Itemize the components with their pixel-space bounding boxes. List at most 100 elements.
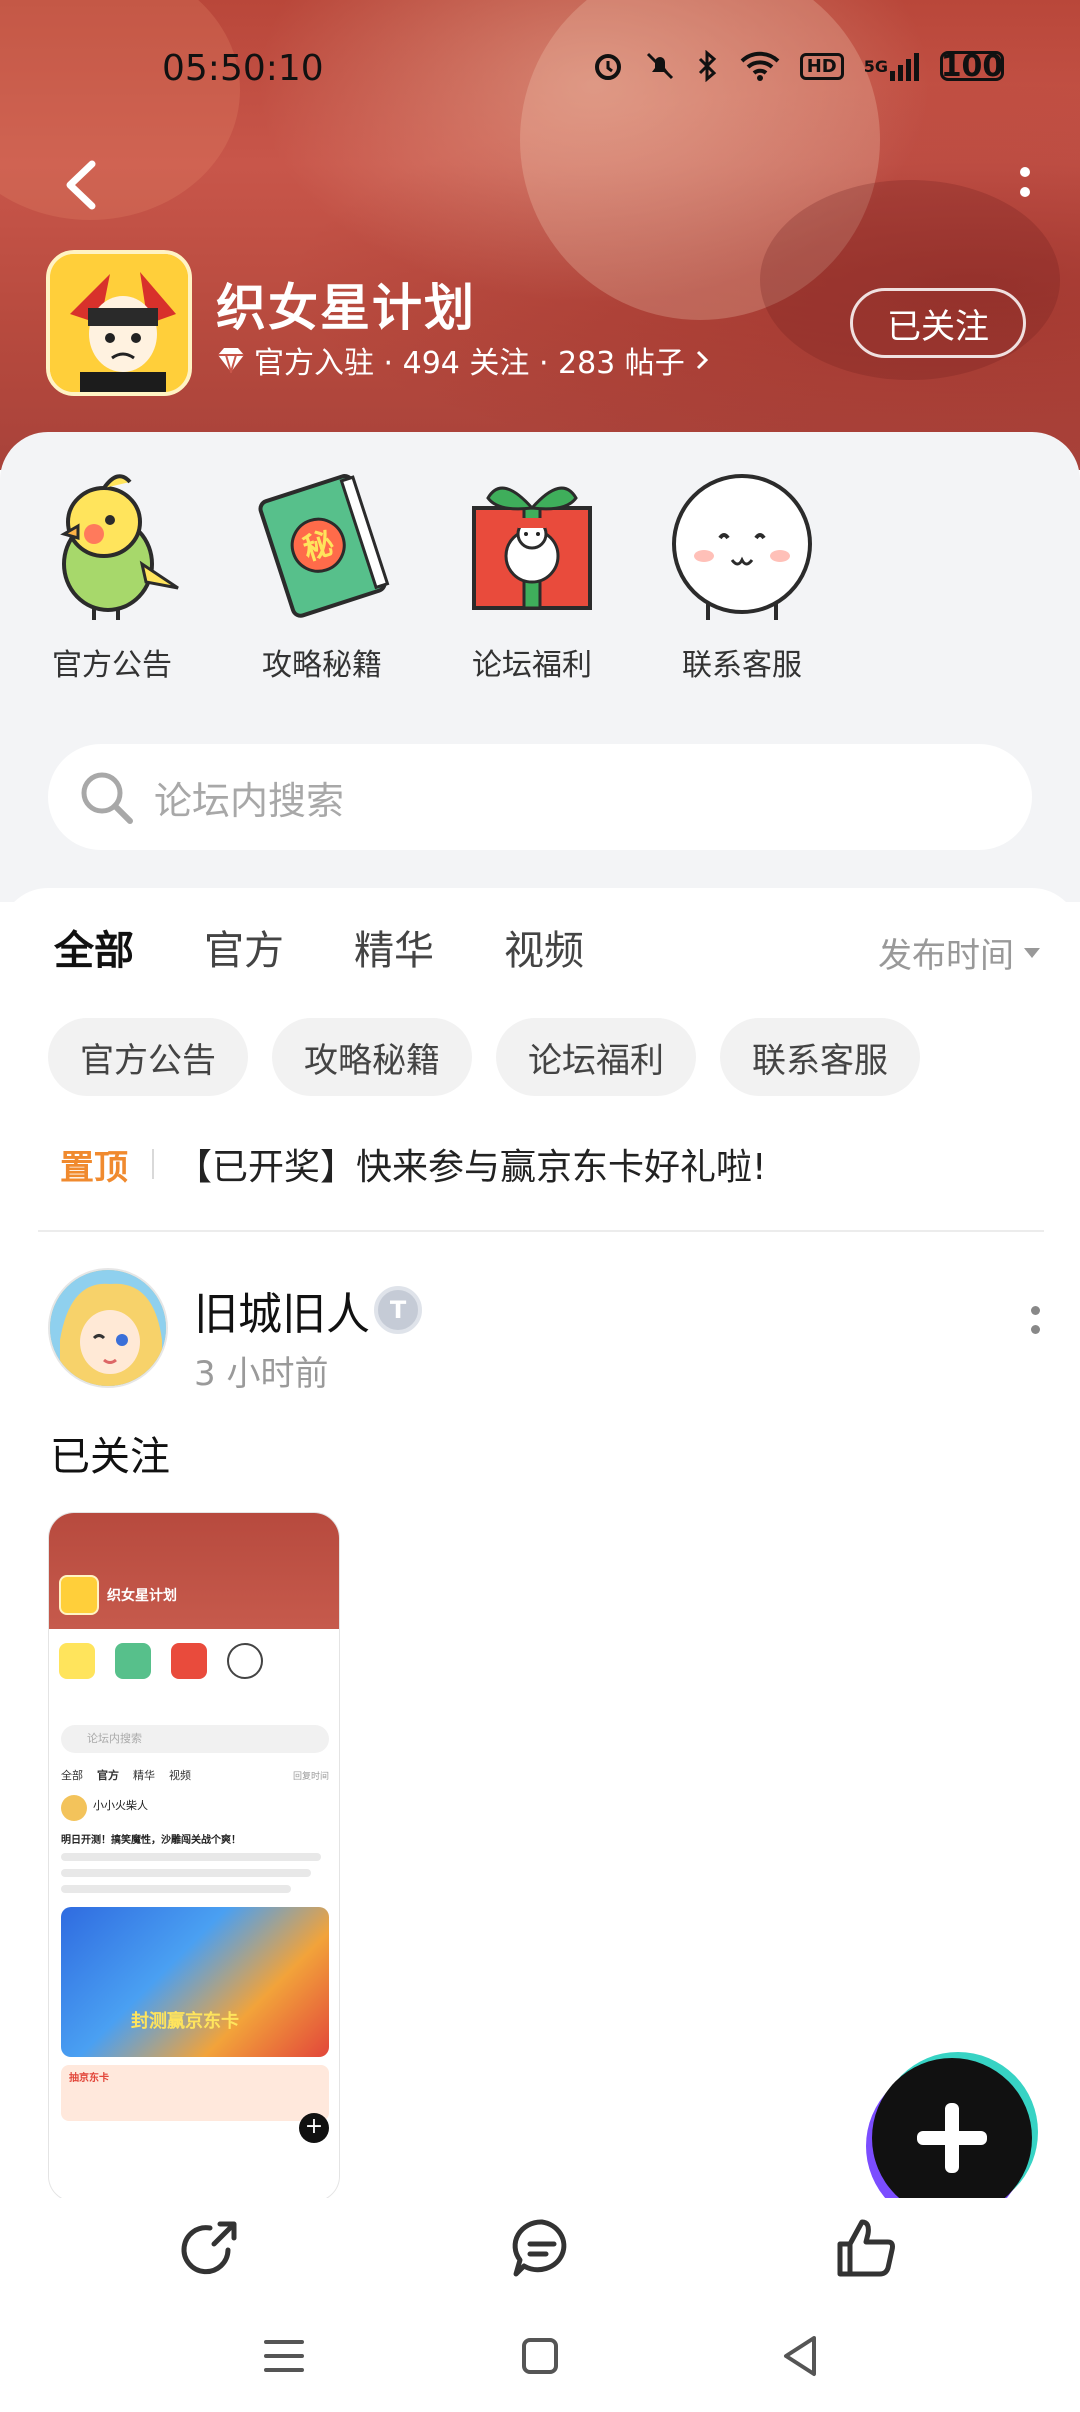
username[interactable]: 旧城旧人 xyxy=(194,1278,370,1342)
forum-avatar[interactable] xyxy=(46,250,192,396)
back-triangle-icon xyxy=(784,2336,816,2376)
post-action-bar xyxy=(0,2198,1080,2298)
menu-icon xyxy=(264,2340,304,2372)
thumbnail-line xyxy=(61,1869,311,1877)
like-button[interactable] xyxy=(834,2216,898,2280)
create-post-button[interactable] xyxy=(872,2058,1032,2218)
feed-area: 全部 官方 精华 视频 发布时间 官方公告 攻略秘籍 论坛福利 联系客服 置顶 … xyxy=(0,888,1080,2202)
plus-icon xyxy=(917,2103,987,2173)
pinned-divider xyxy=(152,1149,154,1179)
shortcut-row: 官方公告 秘 攻略秘籍 论坛福利 联系客服 xyxy=(38,464,816,684)
status-time: 05:50:10 xyxy=(162,48,324,89)
home-button[interactable] xyxy=(510,2326,570,2386)
more-options-button[interactable] xyxy=(1010,152,1040,212)
shortcut-welfare[interactable]: 论坛福利 xyxy=(458,464,606,684)
thumbnail-tabs: 全部 官方 精华 视频 xyxy=(61,1767,191,1783)
thumbs-up-icon xyxy=(837,2219,895,2277)
thumbnail-shortcuts xyxy=(59,1643,263,1679)
gift-icon xyxy=(458,464,606,624)
tab-official[interactable]: 官方 xyxy=(204,918,284,982)
follow-button[interactable]: 已关注 xyxy=(850,288,1026,358)
post-time: 3 小时前 xyxy=(194,1354,329,1394)
more-vertical-icon xyxy=(1020,167,1030,177)
caret-down-icon xyxy=(1024,947,1040,958)
thumbnail-headline: 明日开测！搞笑魔性，沙雕闯关战个爽！ xyxy=(61,1835,241,1846)
thumbnail-banner: 封测赢京东卡 xyxy=(61,1907,329,2057)
thumbnail-event-label: 抽京东卡 xyxy=(69,2073,109,2084)
home-square-icon xyxy=(522,2338,558,2374)
feed-tabs: 全部 官方 精华 视频 xyxy=(54,918,584,986)
thumbnail-tab: 精华 xyxy=(133,1769,155,1782)
battery-icon: 100 xyxy=(940,48,1004,84)
shortcut-label: 官方公告 xyxy=(52,648,172,683)
thumbnail-fab: + xyxy=(299,2113,329,2143)
parrot-icon xyxy=(38,464,186,624)
comment-button[interactable] xyxy=(510,2216,574,2280)
shortcut-label: 论坛福利 xyxy=(472,648,592,683)
thumbnail-poster: 小小火柴人 xyxy=(93,1799,148,1812)
chevron-left-icon xyxy=(66,160,96,210)
mute-icon xyxy=(644,50,676,82)
avatar[interactable] xyxy=(48,1268,168,1388)
shortcut-panel: 官方公告 秘 攻略秘籍 论坛福利 联系客服 论坛内搜索 xyxy=(0,432,1080,902)
shortcut-support[interactable]: 联系客服 xyxy=(668,464,816,684)
thumbnail-sort: 回复时间 xyxy=(292,1772,329,1782)
system-back-button[interactable] xyxy=(770,2326,830,2386)
thumbnail-title: 织女星计划 xyxy=(107,1588,177,1604)
avatar-art xyxy=(50,1270,166,1386)
shortcut-label: 攻略秘籍 xyxy=(262,648,382,683)
status-icons: HD 5G 100 xyxy=(592,48,1004,84)
chip-announcements[interactable]: 官方公告 xyxy=(48,1018,248,1096)
chip-support[interactable]: 联系客服 xyxy=(720,1018,920,1096)
sort-dropdown[interactable]: 发布时间 xyxy=(878,928,1040,977)
forum-info: 织女星计划 官方入驻 · 494 关注 · 283 帖子 已关注 xyxy=(46,250,1046,400)
network-type: 5G xyxy=(863,56,888,76)
pinned-title: 【已开奖】快来参与赢京东卡好礼啦! xyxy=(176,1147,767,1188)
bun-face-icon xyxy=(668,464,816,624)
back-button[interactable] xyxy=(56,150,106,220)
section-divider xyxy=(38,1230,1044,1232)
hd-icon: HD xyxy=(799,52,844,80)
search-placeholder: 论坛内搜索 xyxy=(154,778,345,823)
share-button[interactable] xyxy=(178,2216,242,2280)
forum-meta[interactable]: 官方入驻 · 494 关注 · 283 帖子 xyxy=(216,338,711,382)
signal-icon: 5G xyxy=(864,51,920,81)
chip-welfare[interactable]: 论坛福利 xyxy=(496,1018,696,1096)
recent-apps-button[interactable] xyxy=(254,2326,314,2386)
search-input[interactable]: 论坛内搜索 xyxy=(48,744,1032,850)
shortcut-guides[interactable]: 秘 攻略秘籍 xyxy=(248,464,396,684)
post-text: 已关注 xyxy=(50,1434,170,1480)
diamond-icon xyxy=(218,348,244,373)
post-image-thumbnail[interactable]: 织女星计划 论坛内搜索 全部 官方 精华 视频 回复时间 小小火柴人 明日开测！… xyxy=(48,1512,340,2202)
pinned-tag: 置顶 xyxy=(60,1147,128,1188)
thumbnail-event: 抽京东卡 xyxy=(61,2065,329,2121)
shortcut-label: 联系客服 xyxy=(682,648,802,683)
forum-meta-text: 官方入驻 · 494 关注 · 283 帖子 xyxy=(254,346,685,381)
chip-guides[interactable]: 攻略秘籍 xyxy=(272,1018,472,1096)
sort-label: 发布时间 xyxy=(878,936,1014,976)
thumbnail-tab: 官方 xyxy=(97,1769,119,1782)
tab-featured[interactable]: 精华 xyxy=(354,918,434,982)
thumbnail-search: 论坛内搜索 xyxy=(61,1725,329,1753)
wifi-icon xyxy=(740,50,780,82)
banner-illustration-shape-2 xyxy=(0,0,240,220)
post-more-button[interactable] xyxy=(1031,1306,1040,1334)
comment-icon xyxy=(512,2219,567,2277)
thumbnail-line xyxy=(61,1853,321,1861)
thumbnail-tab: 视频 xyxy=(169,1769,191,1782)
tab-video[interactable]: 视频 xyxy=(504,918,584,982)
pinned-post[interactable]: 置顶 【已开奖】快来参与赢京东卡好礼啦! xyxy=(60,1138,1040,1190)
share-icon xyxy=(181,2221,237,2275)
thumbnail-poster-avatar xyxy=(61,1795,87,1821)
tab-all[interactable]: 全部 xyxy=(54,918,134,986)
thumbnail-line xyxy=(61,1885,291,1893)
category-chips: 官方公告 攻略秘籍 论坛福利 联系客服 xyxy=(48,1018,920,1096)
thumbnail-avatar xyxy=(59,1575,99,1615)
forum-header-banner: 05:50:10 HD 5G 100 织女星计划 官方入驻 · 494 关注 ·… xyxy=(0,0,1080,470)
shortcut-announcements[interactable]: 官方公告 xyxy=(38,464,186,684)
book-icon: 秘 xyxy=(248,464,396,624)
user-level-badge-icon: T xyxy=(374,1286,422,1334)
thumbnail-tab: 全部 xyxy=(61,1769,83,1782)
chevron-right-icon xyxy=(696,350,708,370)
system-nav-bar xyxy=(0,2300,1080,2412)
